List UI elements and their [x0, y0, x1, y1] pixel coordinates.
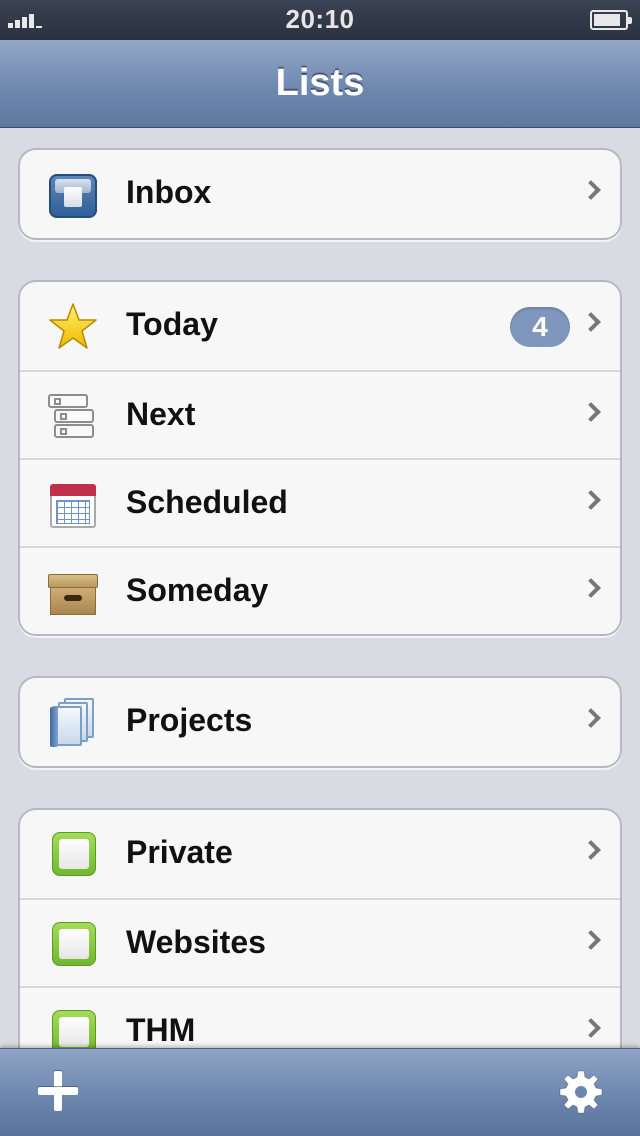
archive-box-icon	[48, 568, 98, 618]
bottom-toolbar	[0, 1048, 640, 1136]
plus-icon[interactable]	[38, 1071, 78, 1111]
list-item-label: Inbox	[126, 174, 212, 210]
list-item-next[interactable]: Next	[20, 370, 620, 458]
list-item-inbox[interactable]: Inbox	[20, 150, 620, 238]
calendar-icon	[48, 480, 98, 530]
chevron-right-icon	[581, 312, 601, 332]
list-item-scheduled[interactable]: Scheduled	[20, 458, 620, 546]
green-checkbox-icon	[48, 920, 98, 970]
list-item-label: Private	[126, 834, 233, 870]
list-item-label: Projects	[126, 702, 253, 738]
nav-bar: Lists	[0, 40, 640, 128]
list-item-label: Someday	[126, 572, 269, 608]
list-item-label: Next	[126, 396, 196, 432]
list-item-label: THM	[126, 1012, 196, 1048]
list-item-private[interactable]: Private	[20, 810, 620, 898]
chevron-right-icon	[581, 490, 601, 510]
list-group-areas: Private Websites THM	[18, 808, 622, 1076]
battery-icon	[590, 10, 632, 30]
list-item-today[interactable]: Today 4	[20, 282, 620, 370]
status-bar: 20:10	[0, 0, 640, 40]
list-group-inbox: Inbox	[18, 148, 622, 240]
chevron-right-icon	[581, 402, 601, 422]
list-group-focus: Today 4 Next Scheduled Someday	[18, 280, 622, 636]
page-title: Lists	[275, 62, 365, 104]
chevron-right-icon	[581, 840, 601, 860]
chevron-right-icon	[581, 930, 601, 950]
green-checkbox-icon	[48, 830, 98, 880]
chevron-right-icon	[581, 708, 601, 728]
gear-icon[interactable]	[558, 1069, 604, 1115]
next-cards-icon	[48, 392, 98, 442]
list-group-projects: Projects	[18, 676, 622, 768]
star-icon	[48, 302, 98, 352]
list-item-label: Websites	[126, 924, 266, 960]
list-item-projects[interactable]: Projects	[20, 678, 620, 766]
chevron-right-icon	[581, 1018, 601, 1038]
list-item-websites[interactable]: Websites	[20, 898, 620, 986]
projects-folder-icon	[48, 698, 98, 748]
list-item-label: Scheduled	[126, 484, 288, 520]
status-time: 20:10	[285, 4, 355, 34]
list-item-label: Today	[126, 306, 218, 342]
list-item-someday[interactable]: Someday	[20, 546, 620, 634]
chevron-right-icon	[581, 578, 601, 598]
inbox-icon	[48, 170, 98, 220]
count-badge: 4	[510, 307, 570, 347]
chevron-right-icon	[581, 180, 601, 200]
